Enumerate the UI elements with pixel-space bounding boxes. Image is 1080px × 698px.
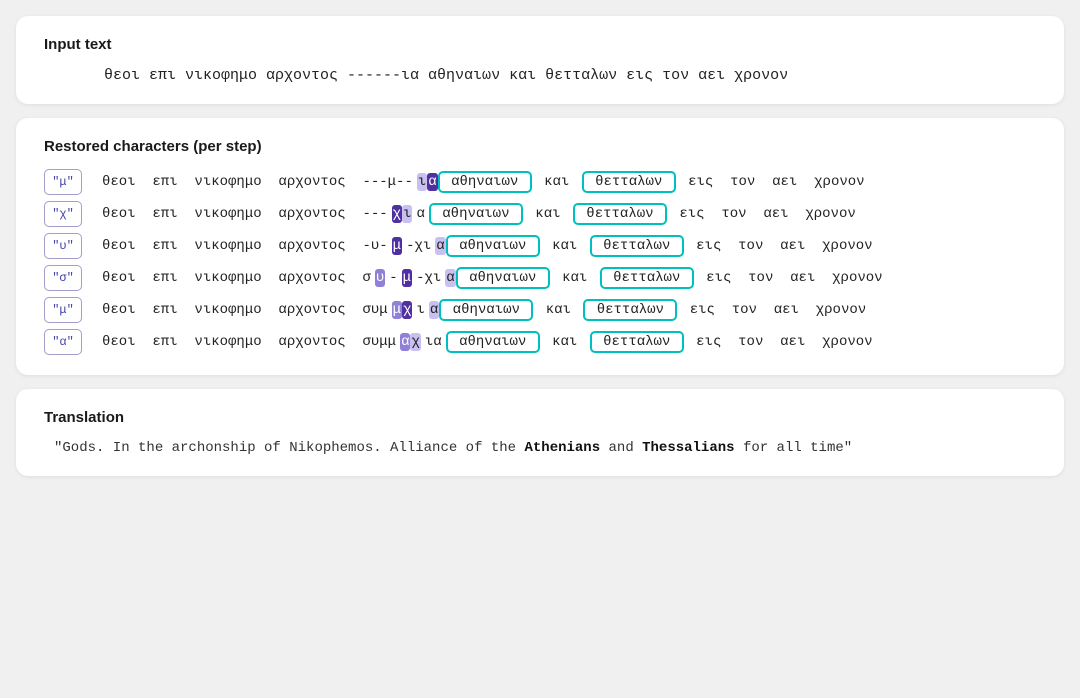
token-hl-dark: χ	[392, 205, 402, 223]
token-hl-medium: μ	[392, 301, 402, 319]
input-text-content: θεοι επι νικοφημο αρχοντος ------ια αθην…	[44, 67, 1036, 84]
token: -χι	[412, 270, 445, 286]
token: εις τον αει χρονον	[676, 174, 869, 190]
step-row-3: "υ" θεοι επι νικοφημο αρχοντος -υ-μ-χια …	[44, 233, 1036, 259]
token-teal-2: θετταλων	[590, 235, 684, 257]
token-teal-1: αθηναιων	[439, 299, 533, 321]
input-text-card: Input text θεοι επι νικοφημο αρχοντος --…	[16, 16, 1064, 104]
step-badge-6: "α"	[44, 329, 82, 355]
token-hl: α	[445, 269, 455, 287]
token-teal-2: θετταλων	[583, 299, 677, 321]
token: -	[385, 270, 401, 286]
token-hl: ι	[402, 205, 412, 223]
token: και	[540, 334, 590, 350]
token-teal-2: θετταλων	[582, 171, 676, 193]
step-row-5: "μ" θεοι επι νικοφημο αρχοντος συμμχια α…	[44, 297, 1036, 323]
step-badge-5: "μ"	[44, 297, 82, 323]
token-teal-1: αθηναιων	[438, 171, 532, 193]
token-hl: χ	[410, 333, 420, 351]
token-teal-1: αθηναιων	[429, 203, 523, 225]
token-hl: ι	[417, 173, 427, 191]
step-text-2: θεοι επι νικοφημο αρχοντος ---χια αθηναι…	[98, 203, 860, 225]
token-hl: α	[435, 237, 445, 255]
steps-container: "μ" θεοι επι νικοφημο αρχοντος ---μ--ια …	[44, 169, 1036, 355]
step-text-1: θεοι επι νικοφημο αρχοντος ---μ--ια αθην…	[98, 171, 869, 193]
step-row-1: "μ" θεοι επι νικοφημο αρχοντος ---μ--ια …	[44, 169, 1036, 195]
token: και	[533, 302, 583, 318]
token: και	[540, 238, 590, 254]
translation-card: Translation "Gods. In the archonship of …	[16, 389, 1064, 476]
token-teal-1: αθηναιων	[446, 331, 540, 353]
step-row-2: "χ" θεοι επι νικοφημο αρχοντος ---χια αθ…	[44, 201, 1036, 227]
token-hl-dark: χ	[402, 301, 412, 319]
token: ι	[412, 302, 428, 318]
token: εις τον αει χρονον	[684, 334, 877, 350]
step-badge-2: "χ"	[44, 201, 82, 227]
translation-quote-open: "Gods. In the archonship of Nikophemos. …	[54, 440, 524, 456]
translation-bold-2: Thessalians	[642, 440, 734, 456]
translation-text: "Gods. In the archonship of Nikophemos. …	[44, 440, 1036, 456]
token: εις τον αει χρονον	[694, 270, 887, 286]
token: θεοι επι νικοφημο αρχοντος ---μ--	[98, 174, 417, 190]
translation-middle: and	[600, 440, 642, 456]
step-row-4: "σ" θεοι επι νικοφημο αρχοντος συ-μ-χια …	[44, 265, 1036, 291]
token: και	[523, 206, 573, 222]
input-text-title: Input text	[44, 36, 1036, 53]
token-hl-medium: α	[400, 333, 410, 351]
step-badge-4: "σ"	[44, 265, 82, 291]
step-badge-3: "υ"	[44, 233, 82, 259]
translation-title: Translation	[44, 409, 1036, 426]
translation-quote-close: for all time"	[735, 440, 853, 456]
step-row-6: "α" θεοι επι νικοφημο αρχοντος συμμαχια …	[44, 329, 1036, 355]
token-teal-2: θετταλων	[573, 203, 667, 225]
token-teal-2: θετταλων	[600, 267, 694, 289]
token: εις τον αει χρονον	[677, 302, 870, 318]
token-hl-dark: μ	[402, 269, 412, 287]
token-hl-dark: α	[427, 173, 437, 191]
token: θεοι επι νικοφημο αρχοντος συμμ	[98, 334, 400, 350]
token: θεοι επι νικοφημο αρχοντος ---	[98, 206, 392, 222]
step-text-6: θεοι επι νικοφημο αρχοντος συμμαχια αθην…	[98, 331, 877, 353]
token: ια	[421, 334, 446, 350]
step-badge-1: "μ"	[44, 169, 82, 195]
token: και	[550, 270, 600, 286]
restored-characters-title: Restored characters (per step)	[44, 138, 1036, 155]
token-teal-2: θετταλων	[590, 331, 684, 353]
step-text-3: θεοι επι νικοφημο αρχοντος -υ-μ-χια αθην…	[98, 235, 877, 257]
token: α	[412, 206, 428, 222]
token: εις τον αει χρονον	[684, 238, 877, 254]
step-text-4: θεοι επι νικοφημο αρχοντος συ-μ-χια αθην…	[98, 267, 887, 289]
token-hl: α	[429, 301, 439, 319]
token: θεοι επι νικοφημο αρχοντος -υ-	[98, 238, 392, 254]
token-teal-1: αθηναιων	[446, 235, 540, 257]
token: θεοι επι νικοφημο αρχοντος σ	[98, 270, 375, 286]
token-teal-1: αθηναιων	[456, 267, 550, 289]
restored-characters-card: Restored characters (per step) "μ" θεοι …	[16, 118, 1064, 375]
translation-bold-1: Athenians	[524, 440, 600, 456]
token: εις τον αει χρονον	[667, 206, 860, 222]
token-hl-dark: μ	[392, 237, 402, 255]
token-hl-medium: υ	[375, 269, 385, 287]
step-text-5: θεοι επι νικοφημο αρχοντος συμμχια αθηνα…	[98, 299, 870, 321]
token: θεοι επι νικοφημο αρχοντος συμ	[98, 302, 392, 318]
token: και	[532, 174, 582, 190]
token: -χι	[402, 238, 435, 254]
